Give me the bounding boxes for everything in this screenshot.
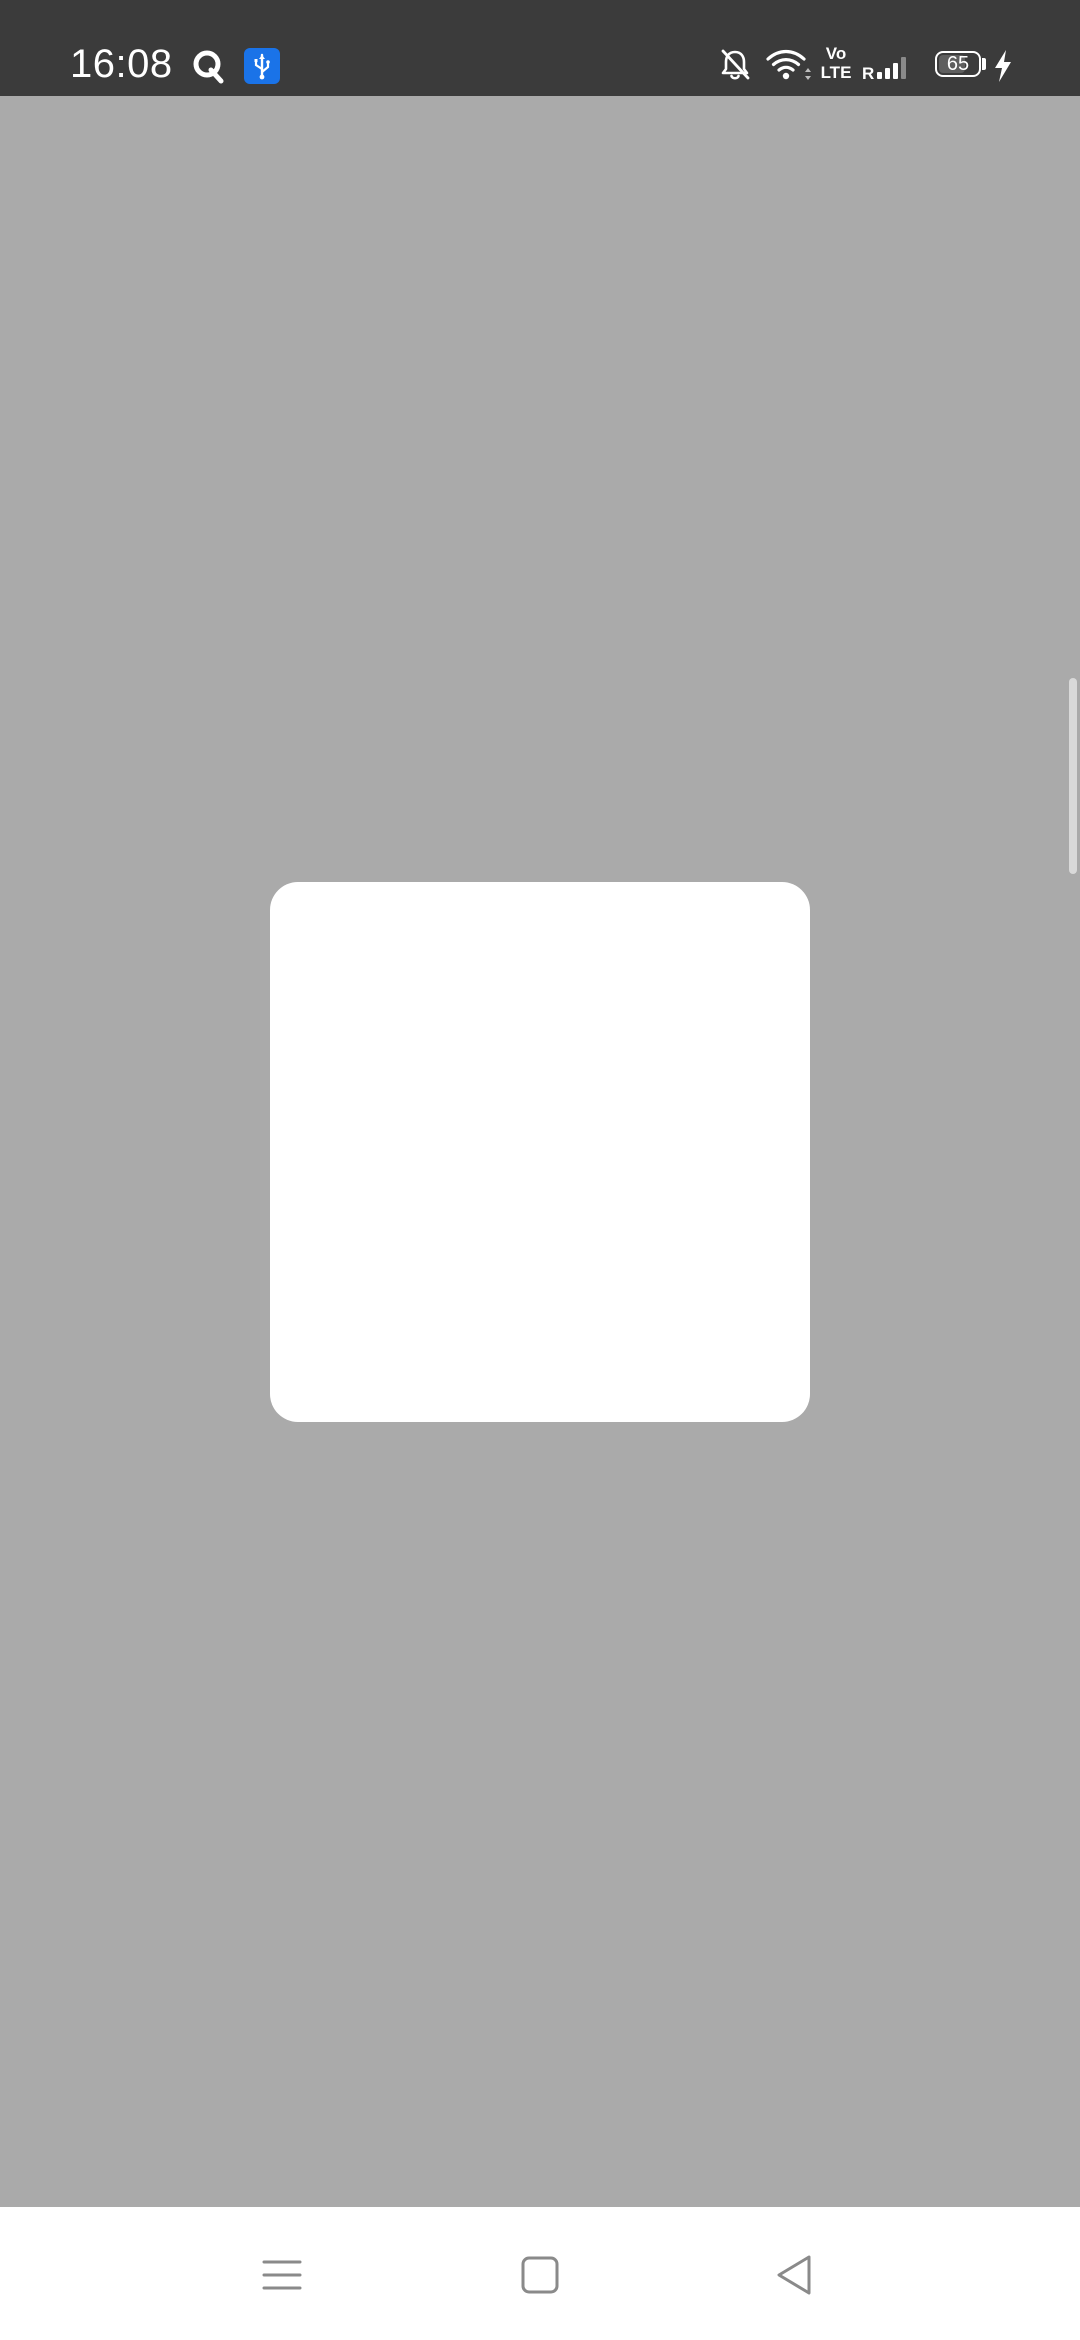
- back-button[interactable]: [765, 2245, 825, 2305]
- battery-tip: [982, 58, 986, 70]
- home-icon: [521, 2256, 559, 2294]
- q-app-icon: [192, 46, 226, 86]
- volte-indicator: Vo LTE: [818, 44, 854, 88]
- screen: 16:08 Vo LTE R 65: [0, 0, 1080, 2340]
- charging-bolt-icon: [992, 44, 1014, 88]
- cell-signal-icon: [860, 44, 918, 88]
- status-time: 16:08: [70, 42, 173, 86]
- status-bar: 16:08 Vo LTE R 65: [0, 0, 1080, 96]
- menu-icon: [262, 2260, 302, 2290]
- blank-dialog-card: [270, 882, 810, 1422]
- volte-top-label: Vo: [825, 44, 847, 63]
- home-button[interactable]: [510, 2245, 570, 2305]
- bell-muted-icon: [718, 44, 752, 88]
- back-icon: [777, 2255, 811, 2295]
- recents-menu-button[interactable]: [252, 2245, 312, 2305]
- usb-debug-icon: [244, 48, 280, 84]
- volte-bottom-label: LTE: [820, 63, 852, 82]
- scroll-indicator[interactable]: [1069, 678, 1077, 874]
- battery-level: 65: [946, 53, 970, 75]
- wifi-icon: [764, 44, 814, 88]
